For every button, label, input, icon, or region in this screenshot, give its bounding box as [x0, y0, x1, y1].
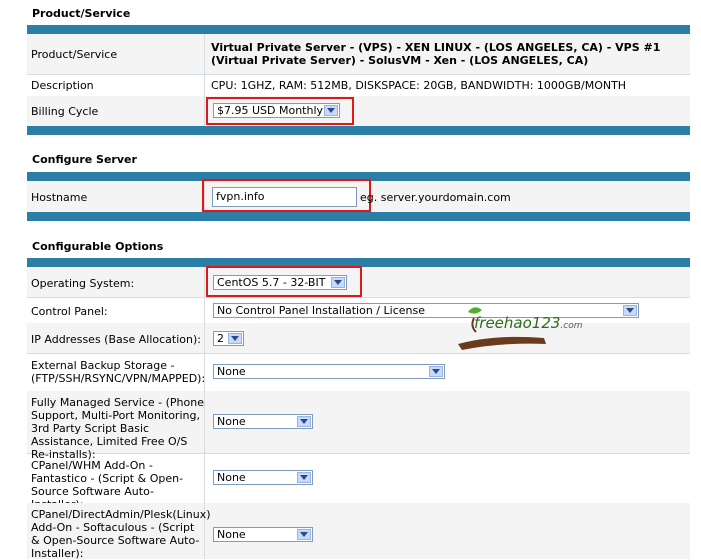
row-label: Hostname — [31, 191, 88, 204]
softaculous-select[interactable]: None — [213, 527, 313, 542]
backup-storage-select[interactable]: None — [213, 364, 445, 379]
chevron-down-icon — [297, 529, 311, 540]
chevron-down-icon — [429, 366, 443, 377]
row-label: CPanel/DirectAdmin/Plesk(Linux) Add-On -… — [31, 508, 211, 560]
hostname-hint: eg. server.yourdomain.com — [360, 191, 511, 204]
operating-system-select[interactable]: CentOS 5.7 - 32-BIT — [213, 275, 347, 290]
ip-addresses-select[interactable]: 2 — [213, 331, 244, 346]
chevron-down-icon — [297, 472, 311, 483]
section-bar — [27, 25, 690, 34]
product-description: CPU: 1GHZ, RAM: 512MB, DISKSPACE: 20GB, … — [211, 79, 627, 92]
chevron-down-icon — [228, 333, 242, 344]
section-bar — [27, 212, 690, 221]
freehao123-logo: freehao123.com — [454, 304, 614, 355]
row-label: External Backup Storage - (FTP/SSH/RSYNC… — [31, 359, 206, 385]
section-title-product: Product/Service — [32, 7, 131, 20]
row-label: Product/Service — [31, 48, 118, 61]
row-label: Fully Managed Service - (Phone Support, … — [31, 396, 204, 461]
chevron-down-icon — [623, 305, 637, 316]
row-label: Control Panel: — [31, 305, 108, 318]
hostname-input[interactable]: fvpn.info — [212, 187, 357, 207]
row-label: IP Addresses (Base Allocation): — [31, 333, 201, 346]
chevron-down-icon — [324, 105, 338, 116]
chevron-down-icon — [331, 277, 345, 288]
row-label: Operating System: — [31, 277, 135, 290]
section-title-options: Configurable Options — [32, 240, 164, 253]
row-label: Billing Cycle — [31, 105, 99, 118]
product-name: Virtual Private Server - (VPS) - XEN LIN… — [211, 41, 661, 67]
row-label: Description — [31, 79, 94, 92]
watermark-suffix: .com — [560, 321, 583, 331]
section-title-configure: Configure Server — [32, 153, 137, 166]
billing-cycle-select[interactable]: $7.95 USD Monthly — [213, 103, 340, 118]
table-row — [27, 96, 690, 127]
managed-service-select[interactable]: None — [213, 414, 313, 429]
watermark-text: freehao123 — [474, 314, 561, 332]
chevron-down-icon — [297, 416, 311, 427]
fantastico-select[interactable]: None — [213, 470, 313, 485]
section-bar — [27, 126, 690, 135]
